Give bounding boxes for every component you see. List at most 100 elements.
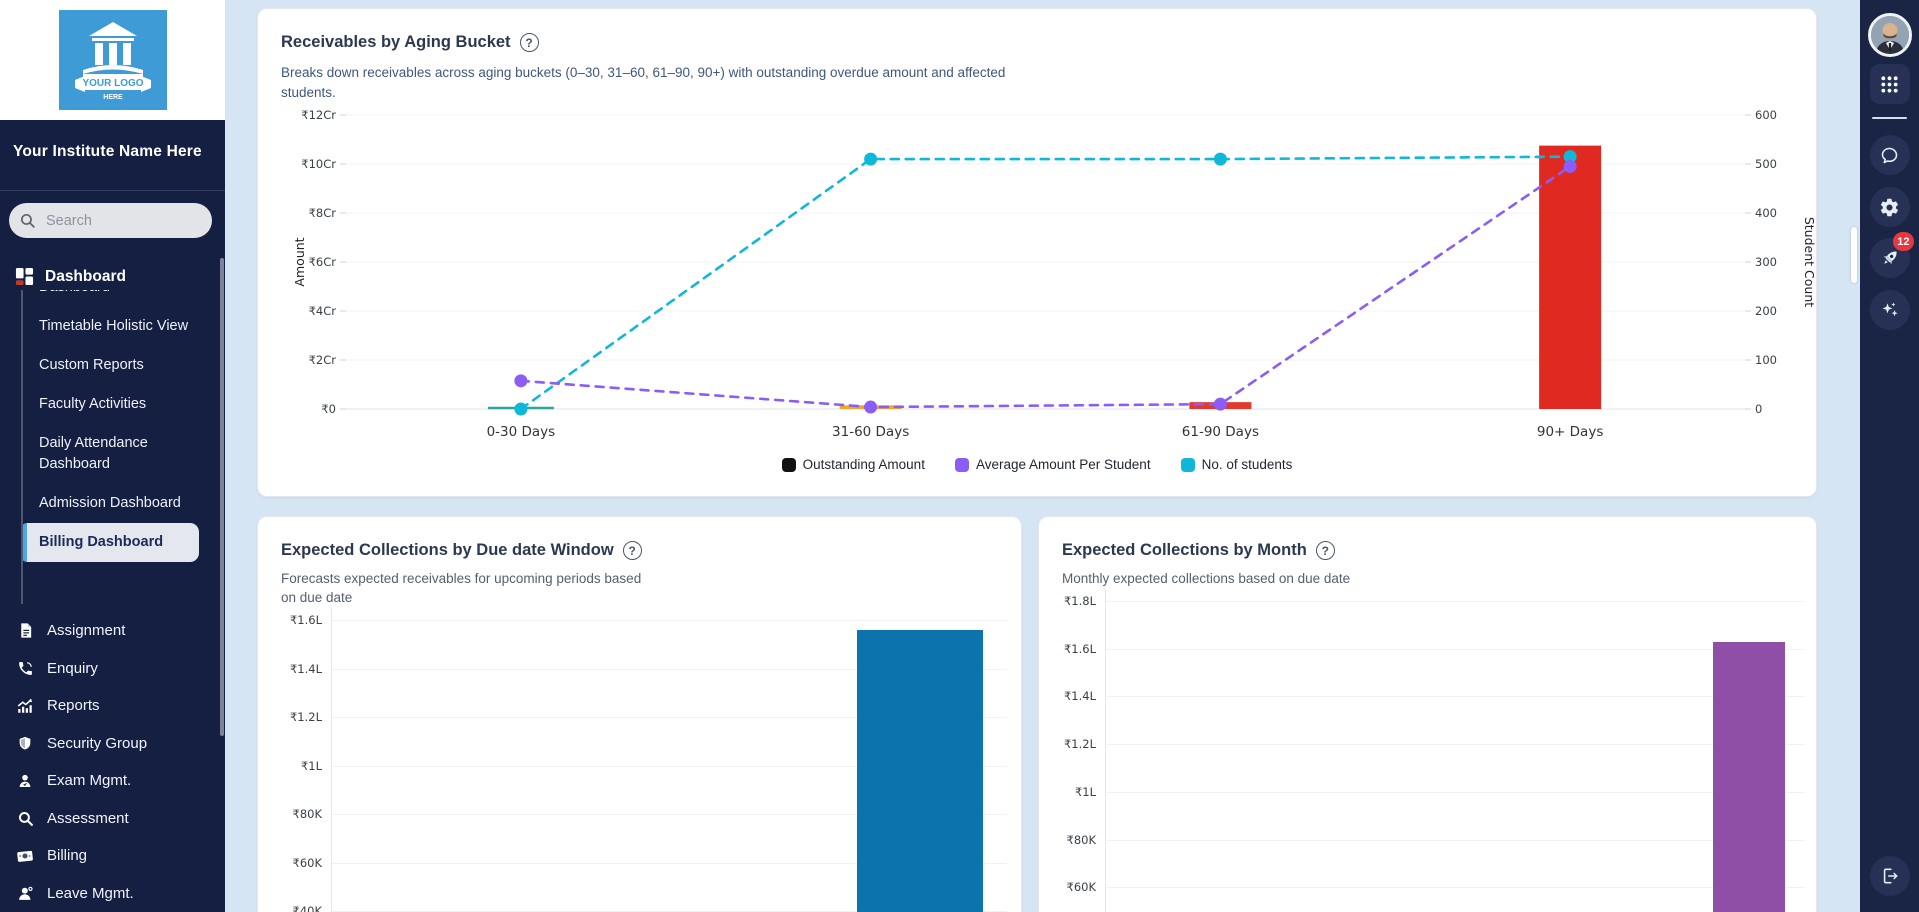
dashboard-grid-icon bbox=[15, 267, 34, 286]
sidebar-item-admission-dashboard[interactable]: Admission Dashboard bbox=[23, 484, 199, 523]
legend-average-amount-per-student[interactable]: Average Amount Per Student bbox=[955, 457, 1151, 472]
point-Average Amount Per Student-31-60 Days[interactable] bbox=[864, 401, 877, 414]
y-tick-label: ₹1.4L bbox=[258, 662, 322, 676]
y-right-tick: 500 bbox=[1755, 157, 1777, 171]
y-axis-line bbox=[1105, 589, 1106, 912]
menu-label: Security Group bbox=[47, 735, 147, 752]
x-category-label: 90+ Days bbox=[1537, 424, 1603, 440]
y-tick-label: ₹1L bbox=[1039, 785, 1096, 799]
gridline bbox=[331, 620, 1007, 621]
chart-legend: Outstanding Amount Average Amount Per St… bbox=[258, 457, 1816, 472]
right-rail: 12 bbox=[1860, 0, 1919, 912]
gridline bbox=[1105, 840, 1805, 841]
card-receivables-by-aging-bucket: Receivables by Aging Bucket ? Breaks dow… bbox=[257, 8, 1817, 497]
chat-button[interactable] bbox=[1870, 135, 1910, 175]
gridline bbox=[1105, 792, 1805, 793]
search-input[interactable] bbox=[44, 212, 194, 230]
card-subtitle: Forecasts expected receivables for upcom… bbox=[281, 569, 653, 607]
bar-90+ Days[interactable] bbox=[1539, 146, 1601, 409]
phone-icon bbox=[15, 658, 35, 678]
x-category-label: 31-60 Days bbox=[832, 424, 909, 440]
sidebar-item-enquiry[interactable]: Enquiry bbox=[0, 650, 225, 688]
institute-logo-icon: YOUR LOGO HERE bbox=[59, 10, 167, 110]
rail-divider bbox=[1872, 117, 1907, 119]
sidebar-item-billing[interactable]: Billing bbox=[0, 837, 225, 875]
sidebar-item-assessment[interactable]: Assessment bbox=[0, 800, 225, 838]
menu-label: Billing bbox=[47, 847, 87, 864]
dashboard-submenu: Dashboard Timetable Holistic View Custom… bbox=[21, 286, 199, 604]
rocket-button[interactable]: 12 bbox=[1870, 238, 1910, 278]
sidebar-item-daily-attendance-dashboard[interactable]: Daily Attendance Dashboard bbox=[23, 424, 199, 484]
legend-label: Average Amount Per Student bbox=[976, 457, 1151, 472]
x-category-label: 61-90 Days bbox=[1182, 424, 1259, 440]
person-badge-icon bbox=[15, 883, 35, 903]
sidebar-item-reports[interactable]: Reports bbox=[0, 687, 225, 725]
sidebar-item-custom-reports[interactable]: Custom Reports bbox=[23, 346, 199, 385]
line-Average Amount Per Student bbox=[521, 166, 1570, 407]
card-subtitle: Monthly expected collections based on du… bbox=[1062, 569, 1582, 588]
sidebar-item-billing-dashboard[interactable]: Billing Dashboard bbox=[21, 523, 199, 562]
main-scrollbar[interactable] bbox=[1851, 227, 1857, 283]
y-left-tick: ₹6Cr bbox=[309, 255, 337, 269]
logout-icon bbox=[1880, 866, 1900, 886]
y-tick-label: ₹1.4L bbox=[1039, 689, 1096, 703]
document-icon bbox=[15, 621, 35, 641]
point-No. of students-0-30 Days[interactable] bbox=[514, 403, 527, 416]
y-right-tick: 400 bbox=[1755, 206, 1777, 220]
sidebar-search[interactable] bbox=[9, 203, 212, 238]
sparkles-button[interactable] bbox=[1870, 290, 1910, 330]
sidebar: YOUR LOGO HERE Your Institute Name Here … bbox=[0, 0, 225, 912]
point-Average Amount Per Student-61-90 Days[interactable] bbox=[1214, 398, 1227, 411]
bar[interactable] bbox=[857, 630, 983, 912]
sidebar-scrollbar[interactable] bbox=[220, 258, 224, 736]
aging-bucket-chart: ₹12Cr600₹10Cr500₹8Cr400₹6Cr300₹4Cr200₹2C… bbox=[258, 9, 1818, 454]
sidebar-item-exam-mgmt[interactable]: Exam Mgmt. bbox=[0, 762, 225, 800]
sidebar-item-leave-mgmt[interactable]: Leave Mgmt. bbox=[0, 875, 225, 912]
sidebar-section-label: Dashboard bbox=[45, 268, 126, 286]
sidebar-item-faculty-activities[interactable]: Faculty Activities bbox=[23, 385, 199, 424]
chart-icon bbox=[15, 696, 35, 716]
gridline bbox=[1105, 887, 1805, 888]
point-No. of students-61-90 Days[interactable] bbox=[1214, 153, 1227, 166]
person-icon bbox=[15, 771, 35, 791]
sparkles-icon bbox=[1880, 300, 1900, 320]
logout-button[interactable] bbox=[1870, 856, 1910, 896]
help-icon[interactable]: ? bbox=[623, 541, 642, 560]
point-No. of students-31-60 Days[interactable] bbox=[864, 153, 877, 166]
sidebar-section-dashboard[interactable]: Dashboard bbox=[15, 263, 205, 290]
apps-grid-icon bbox=[1880, 75, 1899, 94]
sidebar-item-security-group[interactable]: Security Group bbox=[0, 725, 225, 763]
settings-button[interactable] bbox=[1870, 187, 1910, 227]
y-right-tick: 100 bbox=[1755, 353, 1777, 367]
y-tick-label: ₹60K bbox=[1039, 880, 1096, 894]
legend-swatch bbox=[1181, 458, 1195, 472]
menu-label: Assignment bbox=[47, 622, 125, 639]
y-left-tick: ₹0 bbox=[321, 402, 336, 416]
y-tick-label: ₹60K bbox=[258, 856, 322, 870]
help-icon[interactable]: ? bbox=[1316, 541, 1335, 560]
svg-text:HERE: HERE bbox=[103, 94, 123, 101]
gridline bbox=[1105, 601, 1805, 602]
avatar[interactable] bbox=[1868, 13, 1912, 57]
bar[interactable] bbox=[1713, 642, 1785, 912]
main-content: Receivables by Aging Bucket ? Breaks dow… bbox=[225, 0, 1860, 912]
y-right-tick: 300 bbox=[1755, 255, 1777, 269]
sidebar-divider bbox=[0, 190, 225, 191]
sidebar-item-timetable-holistic-view[interactable]: Timetable Holistic View bbox=[23, 307, 199, 346]
gridline bbox=[1105, 696, 1805, 697]
point-Average Amount Per Student-0-30 Days[interactable] bbox=[514, 374, 527, 387]
legend-outstanding-amount[interactable]: Outstanding Amount bbox=[782, 457, 925, 472]
chat-icon bbox=[1879, 145, 1900, 166]
sidebar-item-assignment[interactable]: Assignment bbox=[0, 612, 225, 650]
legend-no-of-students[interactable]: No. of students bbox=[1181, 457, 1293, 472]
svg-text:YOUR LOGO: YOUR LOGO bbox=[82, 78, 143, 89]
point-Average Amount Per Student-90+ Days[interactable] bbox=[1564, 160, 1577, 173]
rocket-icon bbox=[1879, 247, 1901, 269]
gridline bbox=[1105, 744, 1805, 745]
legend-label: No. of students bbox=[1202, 457, 1293, 472]
apps-grid-button[interactable] bbox=[1870, 64, 1910, 104]
legend-label: Outstanding Amount bbox=[803, 457, 925, 472]
y-tick-label: ₹80K bbox=[258, 807, 322, 821]
y-right-tick: 600 bbox=[1755, 108, 1777, 122]
y-left-tick: ₹10Cr bbox=[301, 157, 336, 171]
